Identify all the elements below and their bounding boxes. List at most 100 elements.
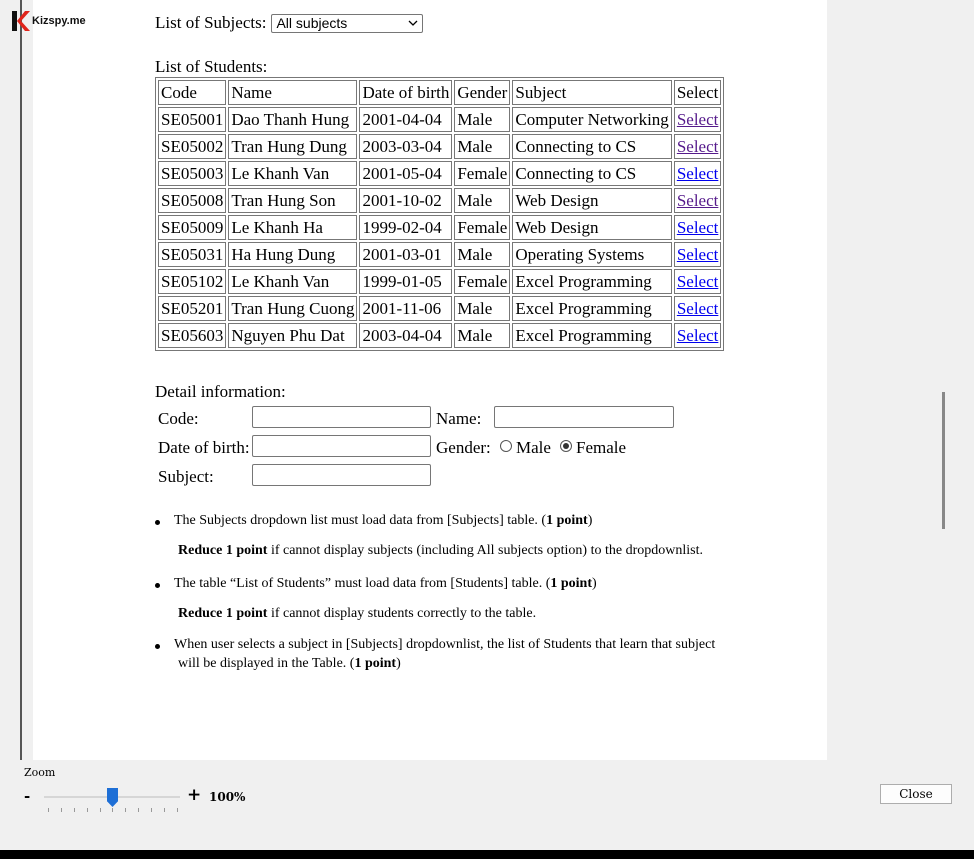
subjects-dropdown[interactable]: All subjects bbox=[271, 13, 424, 33]
cell-select: Select bbox=[673, 161, 722, 186]
cell-dob: 2003-03-04 bbox=[359, 134, 453, 159]
close-button[interactable]: Close bbox=[880, 784, 952, 804]
column-header: Gender bbox=[454, 80, 511, 105]
requirement-points: 1 point bbox=[550, 576, 592, 591]
requirement-text: if cannot display subjects (including Al… bbox=[267, 543, 703, 558]
cell-code: SE05001 bbox=[158, 107, 227, 132]
requirement-text: will be displayed in the Table. ( bbox=[178, 656, 355, 671]
cell-subject: Excel Programming bbox=[512, 269, 672, 294]
zoom-out-button[interactable]: - bbox=[24, 787, 30, 805]
slider-tick bbox=[138, 808, 139, 812]
requirement-penalty: Reduce 1 point bbox=[178, 606, 268, 621]
cell-subject: Excel Programming bbox=[512, 296, 672, 321]
left-border-line bbox=[20, 0, 22, 760]
select-link[interactable]: Select bbox=[677, 218, 719, 237]
cell-code: SE05002 bbox=[158, 134, 227, 159]
cell-code: SE05031 bbox=[158, 242, 227, 267]
cell-select: Select bbox=[673, 215, 722, 240]
name-field[interactable] bbox=[494, 406, 674, 428]
table-row: SE05002 Tran Hung Dung 2003-03-04 Male C… bbox=[158, 134, 722, 159]
requirement-2-note: Reduce 1 point if cannot display student… bbox=[178, 606, 536, 622]
requirement-text: if cannot display students correctly to … bbox=[267, 606, 537, 621]
column-header: Date of birth bbox=[359, 80, 453, 105]
chevron-down-icon bbox=[408, 20, 418, 26]
cell-subject: Connecting to CS bbox=[512, 134, 672, 159]
slider-tick bbox=[74, 808, 75, 812]
k-logo-icon bbox=[12, 11, 30, 31]
cell-gender: Male bbox=[454, 296, 511, 321]
cell-subject: Connecting to CS bbox=[512, 161, 672, 186]
zoom-value: 100% bbox=[209, 790, 246, 804]
cell-gender: Male bbox=[454, 188, 511, 213]
select-link[interactable]: Select bbox=[677, 110, 719, 129]
cell-dob: 2001-10-02 bbox=[359, 188, 453, 213]
cell-subject: Web Design bbox=[512, 188, 672, 213]
subjects-dropdown-value: All subjects bbox=[276, 15, 348, 31]
select-link[interactable]: Select bbox=[677, 272, 719, 291]
select-link[interactable]: Select bbox=[677, 164, 719, 183]
students-table: Code Name Date of birth Gender Subject S… bbox=[155, 77, 725, 351]
cell-subject: Operating Systems bbox=[512, 242, 672, 267]
slider-tick bbox=[87, 808, 88, 812]
cell-code: SE05003 bbox=[158, 161, 227, 186]
requirement-3: When user selects a subject in [Subjects… bbox=[174, 637, 715, 653]
cell-name: Dao Thanh Hung bbox=[228, 107, 358, 132]
gender-label: Gender: bbox=[436, 438, 491, 457]
cell-dob: 2001-04-04 bbox=[359, 107, 453, 132]
table-row: SE05003 Le Khanh Van 2001-05-04 Female C… bbox=[158, 161, 722, 186]
requirement-text: ) bbox=[396, 656, 401, 671]
detail-label: Detail information: bbox=[155, 382, 286, 401]
select-link[interactable]: Select bbox=[677, 137, 719, 156]
logo-text: Kizspy.me bbox=[32, 15, 86, 27]
cell-code: SE05102 bbox=[158, 269, 227, 294]
cell-gender: Male bbox=[454, 323, 511, 348]
requirement-3-cont: will be displayed in the Table. (1 point… bbox=[178, 656, 401, 672]
column-header: Select bbox=[673, 80, 722, 105]
radio-selected-dot bbox=[563, 443, 569, 449]
cell-code: SE05008 bbox=[158, 188, 227, 213]
female-radio[interactable] bbox=[560, 440, 572, 452]
cell-dob: 2003-04-04 bbox=[359, 323, 453, 348]
zoom-title: Zoom bbox=[24, 766, 56, 779]
table-row: SE05001 Dao Thanh Hung 2001-04-04 Male C… bbox=[158, 107, 722, 132]
cell-gender: Male bbox=[454, 134, 511, 159]
cell-dob: 2001-05-04 bbox=[359, 161, 453, 186]
cell-gender: Female bbox=[454, 269, 511, 294]
bottom-bar bbox=[0, 850, 974, 859]
requirement-points: 1 point bbox=[546, 513, 588, 528]
male-radio[interactable] bbox=[500, 440, 512, 452]
dob-label: Date of birth: bbox=[158, 438, 250, 457]
requirement-points: 1 point bbox=[354, 656, 397, 671]
cell-gender: Female bbox=[454, 161, 511, 186]
cell-select: Select bbox=[673, 107, 722, 132]
code-field[interactable] bbox=[252, 406, 431, 428]
cell-name: Le Khanh Ha bbox=[228, 215, 358, 240]
male-label: Male bbox=[516, 438, 551, 457]
requirement-1: The Subjects dropdown list must load dat… bbox=[174, 513, 592, 529]
requirement-text: ) bbox=[587, 513, 593, 528]
zoom-in-button[interactable]: + bbox=[187, 785, 201, 805]
select-link[interactable]: Select bbox=[677, 299, 719, 318]
requirement-text: The table “List of Students” must load d… bbox=[174, 576, 551, 591]
cell-name: Tran Hung Dung bbox=[228, 134, 358, 159]
select-link[interactable]: Select bbox=[677, 191, 719, 210]
dob-field[interactable] bbox=[252, 435, 431, 457]
subject-field[interactable] bbox=[252, 464, 431, 486]
select-link[interactable]: Select bbox=[677, 326, 719, 345]
cell-gender: Male bbox=[454, 107, 511, 132]
requirement-penalty: Reduce 1 point bbox=[178, 543, 268, 558]
cell-name: Tran Hung Son bbox=[228, 188, 358, 213]
cell-subject: Excel Programming bbox=[512, 323, 672, 348]
slider-tick bbox=[151, 808, 152, 812]
column-header: Subject bbox=[512, 80, 672, 105]
cell-name: Le Khanh Van bbox=[228, 269, 358, 294]
cell-code: SE05009 bbox=[158, 215, 227, 240]
table-row: SE05031 Ha Hung Dung 2001-03-01 Male Ope… bbox=[158, 242, 722, 267]
table-row: SE05201 Tran Hung Cuong 2001-11-06 Male … bbox=[158, 296, 722, 321]
vertical-scrollbar[interactable] bbox=[936, 0, 953, 760]
requirement-2: The table “List of Students” must load d… bbox=[174, 576, 597, 592]
scrollbar-thumb[interactable] bbox=[942, 392, 945, 529]
name-label: Name: bbox=[436, 409, 482, 428]
slider-tick bbox=[48, 808, 49, 812]
select-link[interactable]: Select bbox=[677, 245, 719, 264]
